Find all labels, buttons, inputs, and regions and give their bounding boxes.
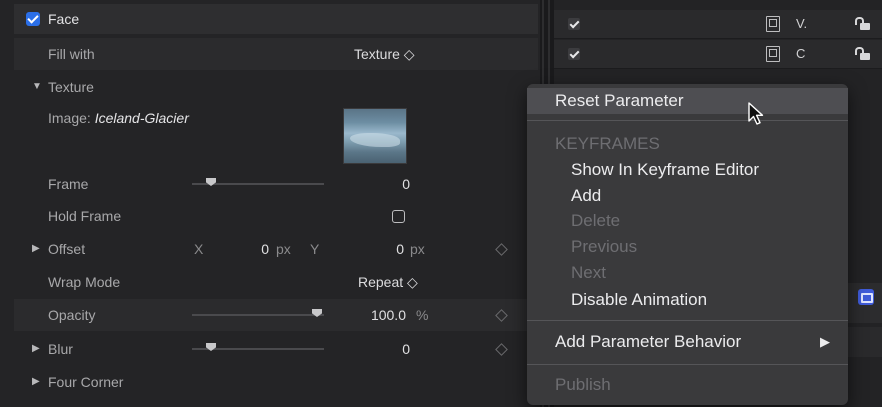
- menu-item-label: Show In Keyframe Editor: [571, 160, 760, 179]
- offset-x-label: X: [194, 241, 204, 257]
- fill-with-label: Fill with: [48, 46, 95, 62]
- lock-icon[interactable]: [855, 47, 870, 60]
- layer-name: V.: [796, 16, 808, 31]
- film-icon: [766, 46, 780, 62]
- behavior-icon[interactable]: [858, 289, 874, 305]
- menu-separator: [527, 320, 848, 321]
- lock-icon[interactable]: [855, 17, 870, 30]
- disclosure-expanded-icon[interactable]: ▼: [32, 71, 42, 103]
- menu-item-previous: Previous: [527, 234, 848, 260]
- menu-item-label: Previous: [571, 237, 638, 256]
- layer-name: C: [796, 46, 806, 61]
- menu-item-label: Reset Parameter: [555, 91, 684, 110]
- menu-item-label: Add Parameter Behavior: [555, 332, 742, 351]
- offset-keyframe-diamond-icon[interactable]: [495, 243, 508, 256]
- menu-item-add-parameter-behavior[interactable]: Add Parameter Behavior ▶: [527, 329, 848, 355]
- menu-item-label: Publish: [555, 375, 611, 394]
- disclosure-collapsed-icon[interactable]: ▶: [32, 333, 40, 365]
- disclosure-collapsed-icon[interactable]: ▶: [32, 233, 40, 265]
- blur-slider-thumb[interactable]: [206, 343, 216, 351]
- image-row: Image: Iceland-Glacier: [14, 102, 538, 134]
- blur-keyframe-diamond-icon[interactable]: [495, 343, 508, 356]
- fill-with-popup[interactable]: Texture ◇: [354, 38, 418, 70]
- wrap-mode-row: Wrap Mode Repeat ◇: [14, 266, 538, 298]
- image-name: Iceland-Glacier: [94, 110, 189, 126]
- wrap-mode-label: Wrap Mode: [48, 274, 121, 290]
- frame-row: Frame 0: [14, 168, 538, 200]
- hold-frame-checkbox[interactable]: [392, 210, 405, 223]
- inspector-panel: Face Fill with Texture ◇ ▼ Texture Image…: [0, 0, 540, 407]
- menu-item-delete: Delete: [527, 208, 848, 234]
- fill-with-row: Fill with Texture ◇: [14, 38, 538, 70]
- frame-slider-thumb[interactable]: [206, 178, 216, 186]
- layer-row[interactable]: V.: [554, 10, 882, 39]
- frame-label: Frame: [48, 176, 89, 192]
- menu-item-disable-animation[interactable]: Disable Animation: [527, 287, 848, 313]
- wrap-mode-popup[interactable]: Repeat ◇: [358, 266, 418, 298]
- hold-frame-label: Hold Frame: [48, 208, 122, 224]
- disclosure-collapsed-icon[interactable]: ▶: [32, 366, 40, 398]
- image-prefix: Image:: [48, 110, 91, 126]
- frame-slider[interactable]: [192, 178, 324, 186]
- offset-row: ▶ Offset X 0 px Y 0 px: [14, 233, 538, 265]
- menu-item-label: Next: [571, 263, 606, 282]
- offset-x-unit: px: [276, 241, 291, 257]
- blur-value[interactable]: 0: [354, 333, 410, 365]
- opacity-slider-thumb[interactable]: [312, 309, 322, 317]
- blur-row: ▶ Blur 0: [14, 333, 538, 365]
- film-icon: [766, 16, 780, 32]
- texture-label: Texture: [48, 79, 94, 95]
- offset-label: Offset: [48, 241, 86, 257]
- layer-visibility-checkbox[interactable]: [568, 18, 580, 30]
- submenu-arrow-icon: ▶: [820, 334, 830, 349]
- menu-item-add[interactable]: Add: [527, 183, 848, 209]
- opacity-value[interactable]: 100.0: [350, 299, 406, 331]
- opacity-keyframe-diamond-icon[interactable]: [495, 309, 508, 322]
- opacity-slider[interactable]: [192, 309, 324, 317]
- menu-separator: [527, 364, 848, 365]
- mouse-pointer-icon: [748, 102, 764, 125]
- blur-label: Blur: [48, 341, 73, 357]
- frame-value[interactable]: 0: [354, 168, 410, 200]
- texture-row[interactable]: ▼ Texture: [14, 71, 538, 103]
- menu-item-publish: Publish: [527, 372, 848, 398]
- offset-y-unit: px: [410, 241, 425, 257]
- opacity-row: Opacity 100.0 %: [14, 299, 538, 331]
- blur-slider[interactable]: [192, 343, 324, 351]
- menu-item-label: Add: [571, 186, 602, 205]
- hold-frame-row: Hold Frame: [14, 200, 538, 232]
- menu-separator: [527, 120, 848, 121]
- four-corner-label: Four Corner: [48, 374, 124, 390]
- layer-visibility-checkbox[interactable]: [568, 48, 580, 60]
- offset-y-value[interactable]: 0: [364, 233, 404, 265]
- menu-header-keyframes: KEYFRAMES: [527, 131, 848, 157]
- menu-item-label: Disable Animation: [571, 290, 708, 309]
- menu-item-next: Next: [527, 260, 848, 286]
- menu-item-label: Delete: [571, 211, 621, 230]
- four-corner-row: ▶ Four Corner: [14, 366, 538, 398]
- texture-thumbnail[interactable]: [343, 108, 407, 164]
- face-label: Face: [48, 11, 80, 27]
- face-checkbox[interactable]: [26, 12, 40, 26]
- layer-row[interactable]: C: [554, 40, 882, 69]
- opacity-label: Opacity: [48, 307, 96, 323]
- menu-item-show-in-keyframe-editor[interactable]: Show In Keyframe Editor: [527, 157, 848, 183]
- menu-item-reset-parameter[interactable]: Reset Parameter: [527, 88, 848, 114]
- offset-x-value[interactable]: 0: [229, 233, 269, 265]
- offset-y-label: Y: [310, 241, 320, 257]
- context-menu: Reset Parameter KEYFRAMES Show In Keyfra…: [527, 84, 848, 405]
- opacity-unit: %: [416, 307, 429, 323]
- face-row[interactable]: Face: [14, 4, 538, 34]
- menu-header-label: KEYFRAMES: [555, 134, 660, 153]
- image-label: Image: Iceland-Glacier: [48, 102, 189, 134]
